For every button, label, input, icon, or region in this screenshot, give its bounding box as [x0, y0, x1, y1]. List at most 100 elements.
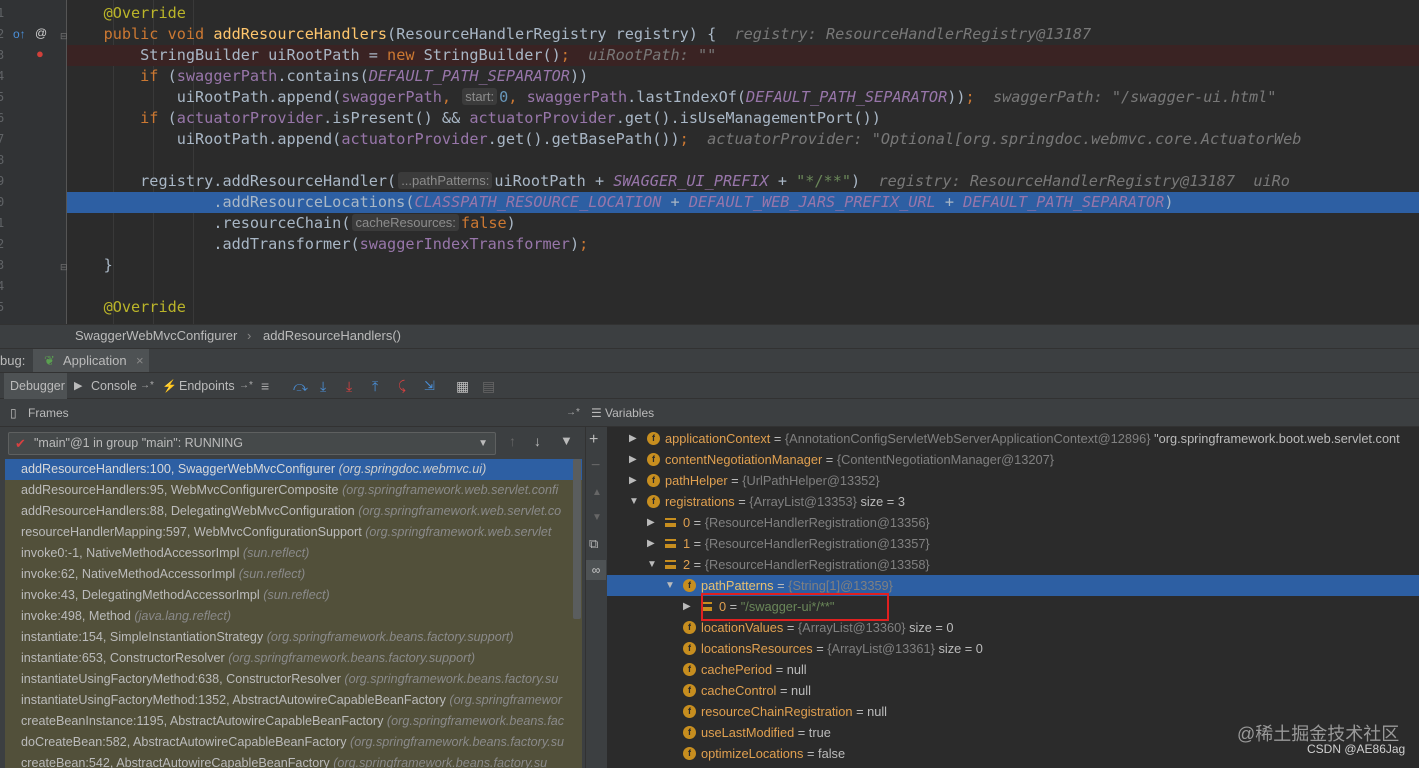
frame-item[interactable]: invoke:62, NativeMethodAccessorImpl (sun…	[5, 564, 582, 585]
code-line[interactable]: uiRootPath.append(actuatorProvider.get()…	[67, 129, 1419, 150]
frame-list[interactable]: addResourceHandlers:100, SwaggerWebMvcCo…	[5, 459, 582, 768]
line-number[interactable]: 4	[0, 66, 9, 87]
line-number[interactable]: 1	[0, 213, 9, 234]
override-method-icon[interactable]: o↑	[13, 27, 26, 41]
code-line[interactable]: .addTransformer(swaggerIndexTransformer)…	[67, 234, 1419, 255]
thread-select[interactable]: ✔ "main"@1 in group "main": RUNNING ▼	[8, 432, 496, 455]
variable-row[interactable]: f resourceChainRegistration = null	[607, 701, 1419, 722]
line-number[interactable]: 5	[0, 297, 9, 318]
line-number[interactable]: 3	[0, 45, 9, 66]
collapse-arrow-icon[interactable]: ▼	[665, 575, 675, 596]
expand-arrow-icon[interactable]: ▶	[629, 428, 637, 449]
code-line[interactable]: uiRootPath.append(swaggerPath, start: 0, …	[67, 87, 1419, 108]
code-line[interactable]: @Override	[67, 297, 1419, 318]
close-icon[interactable]: ×	[136, 349, 144, 372]
collapse-arrow-icon[interactable]: ▼	[629, 491, 639, 512]
line-number[interactable]: 2	[0, 234, 9, 255]
run-to-cursor-icon[interactable]: ⇲	[424, 373, 435, 399]
variable-row[interactable]: ▶ f pathHelper = {UrlPathHelper@13352}	[607, 470, 1419, 491]
editor-gutter[interactable]: o↑ @ ● ⊟ ⊟ 123456789012345	[0, 0, 68, 324]
frame-item[interactable]: addResourceHandlers:100, SwaggerWebMvcCo…	[5, 459, 582, 480]
line-number[interactable]: 9	[0, 171, 9, 192]
line-number[interactable]: 1	[0, 3, 9, 24]
variable-row[interactable]: f cachePeriod = null	[607, 659, 1419, 680]
current-execution-line[interactable]: .addResourceLocations(CLASSPATH_RESOURCE…	[67, 192, 1419, 213]
tab-debugger[interactable]: Debugger	[4, 373, 67, 399]
frame-item[interactable]: instantiate:653, ConstructorResolver (or…	[5, 648, 582, 669]
line-number[interactable]: 6	[0, 108, 9, 129]
variable-row[interactable]: ▶ 0 = {ResourceHandlerRegistration@13356}	[607, 512, 1419, 533]
tab-console[interactable]: Console	[91, 373, 137, 399]
move-up-icon[interactable]: ▲	[592, 487, 602, 498]
code-line[interactable]	[67, 276, 1419, 297]
code-line[interactable]: if (actuatorProvider.isPresent() && actu…	[67, 108, 1419, 129]
step-out-icon[interactable]: ⤒	[372, 373, 378, 399]
tab-endpoints[interactable]: Endpoints	[179, 373, 235, 399]
filter-icon[interactable]: ▼	[560, 433, 573, 448]
breadcrumb-class[interactable]: SwaggerWebMvcConfigurer	[75, 325, 237, 347]
code-line[interactable]: StringBuilder uiRootPath = new StringBui…	[67, 45, 1419, 66]
line-number[interactable]: 2	[0, 24, 9, 45]
code-line[interactable]: if (swaggerPath.contains(DEFAULT_PATH_SE…	[67, 66, 1419, 87]
variable-row[interactable]: ▼ 2 = {ResourceHandlerRegistration@13358}	[607, 554, 1419, 575]
force-step-into-icon[interactable]: ⤓	[346, 373, 352, 399]
line-number[interactable]: 8	[0, 150, 9, 171]
frame-item[interactable]: doCreateBean:582, AbstractAutowireCapabl…	[5, 732, 582, 753]
frame-item[interactable]: invoke0:-1, NativeMethodAccessorImpl (su…	[5, 543, 582, 564]
line-number[interactable]: 0	[0, 192, 9, 213]
new-watch-icon[interactable]: +	[589, 431, 598, 449]
move-down-icon[interactable]: ▼	[592, 512, 602, 523]
pin-icon[interactable]: →*	[140, 373, 154, 399]
frame-item[interactable]: invoke:43, DelegatingMethodAccessorImpl …	[5, 585, 582, 606]
code-line[interactable]	[67, 150, 1419, 171]
glasses-icon[interactable]: ∞	[586, 560, 606, 580]
variable-row[interactable]: f cacheControl = null	[607, 680, 1419, 701]
line-number[interactable]: 3	[0, 255, 9, 276]
pin-icon[interactable]: →*	[566, 399, 580, 427]
code-line[interactable]: .resourceChain(cacheResources: false)	[67, 213, 1419, 234]
variable-row[interactable]: ▶ 1 = {ResourceHandlerRegistration@13357}	[607, 533, 1419, 554]
variable-row[interactable]: ▶ f contentNegotiationManager = {ContentNe…	[607, 449, 1419, 470]
expand-arrow-icon[interactable]: ▶	[629, 470, 637, 491]
code-line[interactable]: }	[67, 255, 1419, 276]
variable-row[interactable]: f optimizeLocations = false	[607, 743, 1419, 764]
frame-item[interactable]: instantiateUsingFactoryMethod:1352, Abst…	[5, 690, 582, 711]
step-into-icon[interactable]: ⤓	[320, 373, 326, 399]
frame-item[interactable]: instantiate:154, SimpleInstantiationStra…	[5, 627, 582, 648]
variable-row[interactable]: ▶ f applicationContext = {AnnotationConfig…	[607, 428, 1419, 449]
copy-icon[interactable]: ⧉	[589, 536, 598, 552]
expand-arrow-icon[interactable]: ▶	[629, 449, 637, 470]
drop-frame-icon[interactable]: ⤹	[398, 373, 406, 399]
variable-row[interactable]: f locationsResources = {ArrayList@13361} …	[607, 638, 1419, 659]
next-frame-icon[interactable]: ↓	[534, 433, 541, 449]
code-area[interactable]: @Override public void addResourceHandler…	[67, 0, 1419, 324]
show-execution-point-icon[interactable]: ≡	[261, 373, 269, 399]
breakpoint-icon[interactable]: ●	[36, 47, 44, 61]
frame-item[interactable]: createBeanInstance:1195, AbstractAutowir…	[5, 711, 582, 732]
code-line[interactable]: registry.addResourceHandler(...pathPatte…	[67, 171, 1419, 192]
remove-watch-icon[interactable]: −	[591, 457, 600, 475]
expand-arrow-icon[interactable]: ▶	[683, 596, 691, 617]
frame-item[interactable]: invoke:498, Method (java.lang.reflect)	[5, 606, 582, 627]
chevron-down-icon[interactable]: ▼	[478, 433, 488, 454]
annotation-icon[interactable]: @	[35, 26, 47, 40]
breadcrumb-method[interactable]: addResourceHandlers()	[263, 325, 401, 347]
frame-item[interactable]: resourceHandlerMapping:597, WebMvcConfig…	[5, 522, 582, 543]
code-line[interactable]: public void addResourceHandlers(Resource…	[67, 24, 1419, 45]
line-number[interactable]: 5	[0, 87, 9, 108]
frame-item[interactable]: instantiateUsingFactoryMethod:638, Const…	[5, 669, 582, 690]
line-number[interactable]: 4	[0, 276, 9, 297]
expand-arrow-icon[interactable]: ▶	[647, 533, 655, 554]
frame-item[interactable]: createBean:542, AbstractAutowireCapableB…	[5, 753, 582, 768]
step-over-icon[interactable]: ⤼	[293, 373, 308, 399]
expand-arrow-icon[interactable]: ▶	[647, 512, 655, 533]
code-line[interactable]: @Override	[67, 3, 1419, 24]
collapse-arrow-icon[interactable]: ▼	[647, 554, 657, 575]
previous-frame-icon[interactable]: ↑	[509, 433, 516, 449]
pin-icon[interactable]: →*	[239, 373, 253, 399]
frame-item[interactable]: addResourceHandlers:95, WebMvcConfigurer…	[5, 480, 582, 501]
variable-row[interactable]: ▼ f registrations = {ArrayList@13353} size…	[607, 491, 1419, 512]
line-number[interactable]: 7	[0, 129, 9, 150]
trace-icon[interactable]: ▤	[482, 373, 495, 399]
frame-item[interactable]: addResourceHandlers:88, DelegatingWebMvc…	[5, 501, 582, 522]
